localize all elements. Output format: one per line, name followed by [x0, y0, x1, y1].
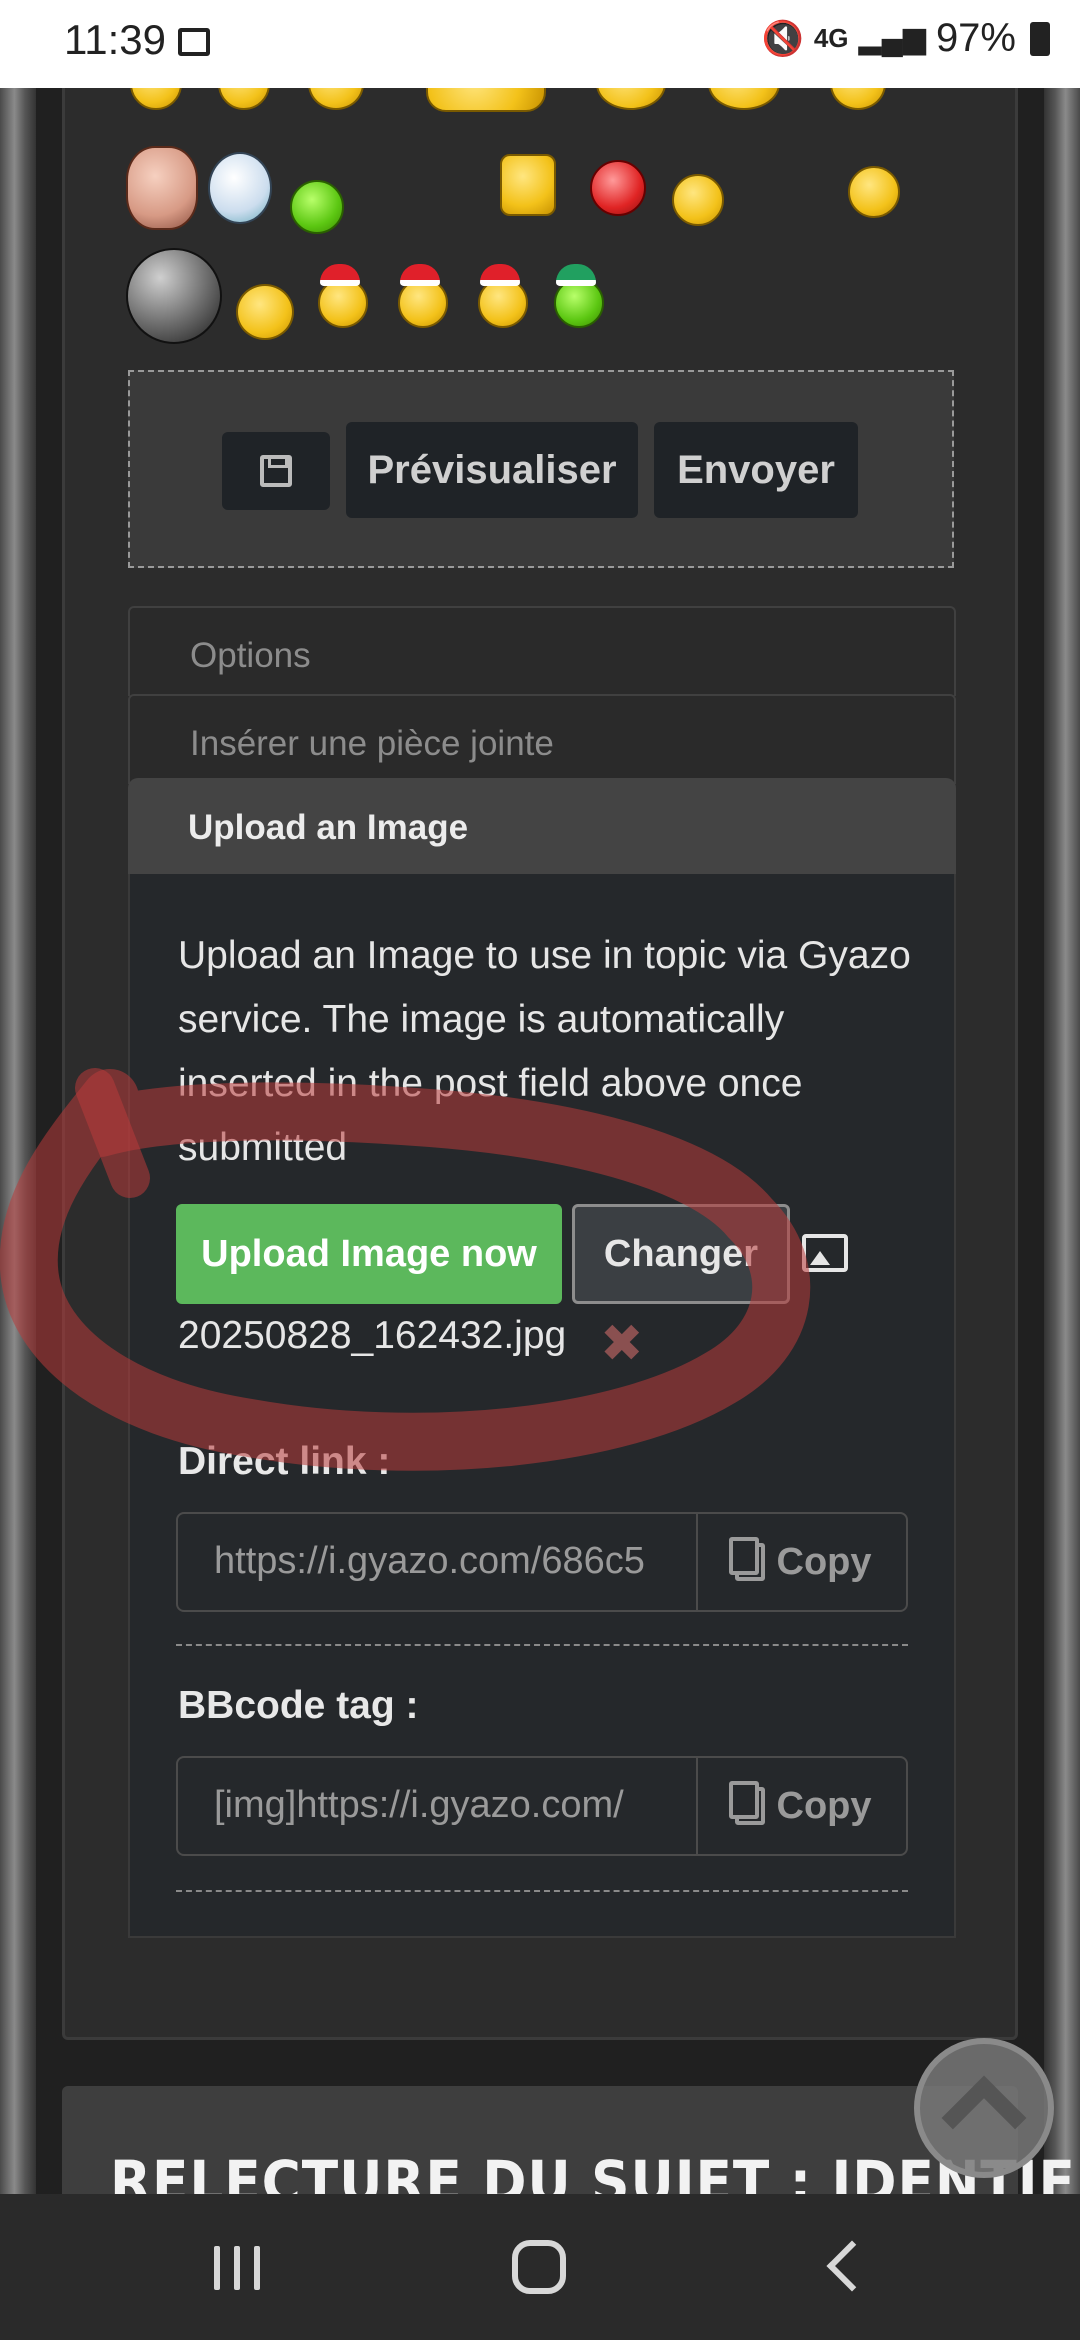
smiley-icon[interactable]: [500, 154, 556, 216]
bbcode-label: BBcode tag :: [178, 1684, 419, 1727]
android-nav-bar: [0, 2194, 1080, 2340]
upload-description: Upload an Image to use in topic via Gyaz…: [178, 934, 911, 1169]
copy-direct-link-button[interactable]: Copy: [698, 1514, 908, 1610]
clock: 11:39: [64, 16, 166, 63]
tab-options[interactable]: Options: [128, 606, 956, 696]
smiley-icon[interactable]: [426, 88, 546, 112]
forum-page: Prévisualiser Envoyer Options Insérer un…: [0, 88, 1080, 2194]
change-file-button[interactable]: Changer: [572, 1204, 790, 1304]
preview-button[interactable]: Prévisualiser: [346, 422, 638, 518]
copy-label: Copy: [776, 1540, 872, 1583]
network-type: 4G: [813, 23, 849, 53]
smiley-icon[interactable]: [590, 160, 646, 216]
copy-label: Copy: [776, 1784, 872, 1827]
copy-icon: [728, 1537, 765, 1581]
direct-link-input[interactable]: https://i.gyazo.com/686c5: [178, 1514, 698, 1610]
mute-vibrate-icon: 🔇: [761, 19, 804, 58]
status-icons: 🔇 4G ▂▄▆ 97%: [761, 16, 1050, 61]
divider: [176, 1644, 908, 1646]
copy-bbcode-button[interactable]: Copy: [698, 1758, 908, 1854]
bbcode-field: [img]https://i.gyazo.com/ Copy: [176, 1756, 908, 1856]
divider: [176, 1890, 908, 1892]
recent-apps-button[interactable]: [214, 2246, 260, 2290]
left-border: [0, 88, 36, 2194]
gallery-icon: [178, 28, 210, 56]
signal-icon: ▂▄▆: [858, 22, 926, 55]
direct-link-label: Direct link :: [178, 1440, 391, 1483]
selected-file-name: 20250828_162432.jpg: [178, 1314, 567, 1357]
home-button[interactable]: [512, 2240, 566, 2294]
close-x-icon[interactable]: ✖: [600, 1314, 644, 1374]
upload-image-button[interactable]: Upload Image now: [176, 1204, 562, 1304]
status-bar: 11:39 🔇 4G ▂▄▆ 97%: [0, 0, 1080, 88]
smiley-icon[interactable]: [126, 248, 222, 344]
image-icon: [802, 1234, 848, 1272]
send-button[interactable]: Envoyer: [654, 422, 858, 518]
floppy-disk-icon: [260, 455, 292, 487]
battery-icon: [1030, 21, 1050, 56]
chevron-up-icon: [941, 2075, 1027, 2161]
right-border: [1044, 88, 1080, 2194]
smiley-icon[interactable]: [290, 180, 344, 234]
scroll-to-top-button[interactable]: [914, 2038, 1054, 2178]
smiley-icon[interactable]: [126, 146, 198, 230]
copy-icon: [728, 1781, 765, 1825]
smiley-icon[interactable]: [208, 152, 272, 224]
topic-review-section: RELECTURE DU SUJET : IDENTIFICATION: [62, 2086, 1080, 2194]
battery-level: 97%: [935, 16, 1016, 60]
tab-attachment[interactable]: Insérer une pièce jointe: [128, 694, 956, 784]
smiley-icon[interactable]: [672, 174, 724, 226]
smiley-icon[interactable]: [236, 284, 294, 340]
back-button[interactable]: [826, 2240, 878, 2292]
direct-link-field: https://i.gyazo.com/686c5 Copy: [176, 1512, 908, 1612]
smiley-icon[interactable]: [848, 166, 900, 218]
tab-upload-image[interactable]: Upload an Image: [128, 778, 956, 874]
save-draft-button[interactable]: [222, 432, 330, 510]
upload-panel: Upload an Image to use in topic via Gyaz…: [128, 874, 956, 1938]
bbcode-input[interactable]: [img]https://i.gyazo.com/: [178, 1758, 698, 1854]
